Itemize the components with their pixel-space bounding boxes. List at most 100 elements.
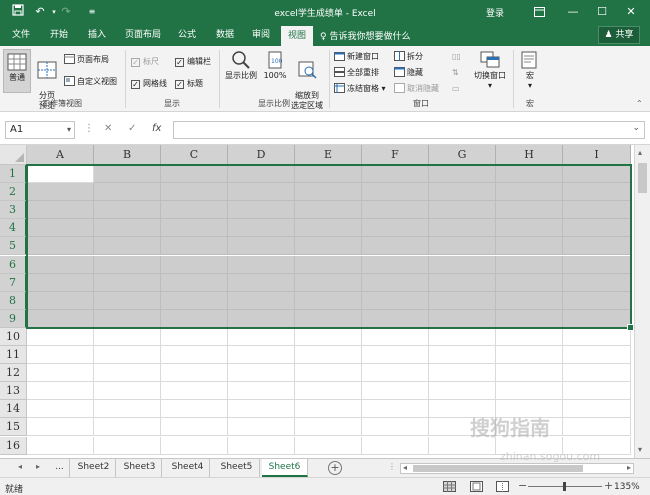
tab-data[interactable]: 数据 bbox=[210, 24, 240, 46]
scroll-right-icon[interactable]: ▸ bbox=[627, 463, 631, 472]
cell-e8[interactable] bbox=[295, 291, 362, 310]
cell-i13[interactable] bbox=[563, 382, 631, 401]
cell-g9[interactable] bbox=[429, 309, 496, 328]
cell-c5[interactable] bbox=[161, 237, 228, 256]
tab-file[interactable]: 文件 bbox=[6, 24, 36, 46]
cell-e7[interactable] bbox=[295, 273, 362, 292]
row-header-14[interactable]: 14 bbox=[0, 400, 27, 419]
horizontal-scroll-thumb[interactable] bbox=[413, 465, 583, 472]
ribbon-display-options-icon[interactable] bbox=[528, 3, 550, 21]
row-header-16[interactable]: 16 bbox=[0, 436, 27, 455]
cell-b14[interactable] bbox=[94, 400, 161, 419]
cell-e3[interactable] bbox=[295, 201, 362, 220]
cell-d11[interactable] bbox=[228, 346, 295, 365]
cell-i5[interactable] bbox=[563, 237, 631, 256]
cell-i4[interactable] bbox=[563, 219, 631, 238]
column-header-b[interactable]: B bbox=[94, 145, 161, 165]
cancel-icon[interactable]: ✕ bbox=[104, 123, 112, 134]
cell-i7[interactable] bbox=[563, 273, 631, 292]
row-header-6[interactable]: 6 bbox=[0, 255, 27, 274]
cell-c11[interactable] bbox=[161, 346, 228, 365]
cell-h6[interactable] bbox=[496, 255, 563, 274]
add-sheet-button[interactable]: + bbox=[328, 461, 342, 475]
share-button[interactable]: ♟ 共享 bbox=[598, 26, 640, 44]
cell-f13[interactable] bbox=[362, 382, 429, 401]
drag-handle-icon[interactable]: ⋮ bbox=[84, 123, 94, 134]
tab-split-handle-icon[interactable]: ⋮ bbox=[388, 462, 396, 471]
tab-formulas[interactable]: 公式 bbox=[172, 24, 202, 46]
cell-a7[interactable] bbox=[27, 273, 94, 292]
normal-view-status-icon[interactable] bbox=[443, 481, 456, 492]
row-header-8[interactable]: 8 bbox=[0, 291, 27, 310]
cell-i12[interactable] bbox=[563, 364, 631, 383]
cell-b9[interactable] bbox=[94, 309, 161, 328]
minimize-icon[interactable]: — bbox=[562, 3, 584, 21]
cell-a2[interactable] bbox=[27, 183, 94, 202]
column-header-h[interactable]: H bbox=[496, 145, 563, 165]
cell-d6[interactable] bbox=[228, 255, 295, 274]
prev-sheet-icon[interactable]: ◂ bbox=[18, 462, 22, 471]
cell-b2[interactable] bbox=[94, 183, 161, 202]
cell-a9[interactable] bbox=[27, 309, 94, 328]
cell-b3[interactable] bbox=[94, 201, 161, 220]
cell-f4[interactable] bbox=[362, 219, 429, 238]
cell-c3[interactable] bbox=[161, 201, 228, 220]
cell-d12[interactable] bbox=[228, 364, 295, 383]
cell-e11[interactable] bbox=[295, 346, 362, 365]
row-header-1[interactable]: 1 bbox=[0, 165, 27, 184]
cell-d4[interactable] bbox=[228, 219, 295, 238]
login-link[interactable]: 登录 bbox=[486, 6, 504, 19]
cell-c6[interactable] bbox=[161, 255, 228, 274]
cell-h11[interactable] bbox=[496, 346, 563, 365]
cell-a10[interactable] bbox=[27, 327, 94, 346]
cell-e4[interactable] bbox=[295, 219, 362, 238]
cell-h7[interactable] bbox=[496, 273, 563, 292]
cell-e14[interactable] bbox=[295, 400, 362, 419]
cell-c14[interactable] bbox=[161, 400, 228, 419]
view-side-by-side-icon[interactable]: ▯▯ bbox=[452, 51, 461, 63]
cell-g2[interactable] bbox=[429, 183, 496, 202]
headings-checkbox[interactable]: ✓ 标题 bbox=[175, 78, 203, 90]
cell-f12[interactable] bbox=[362, 364, 429, 383]
tab-insert[interactable]: 插入 bbox=[82, 24, 112, 46]
cell-i1[interactable] bbox=[563, 165, 631, 184]
split-button[interactable]: 拆分 bbox=[394, 51, 423, 63]
cell-b6[interactable] bbox=[94, 255, 161, 274]
cell-i14[interactable] bbox=[563, 400, 631, 419]
sheet-tab-sheet3[interactable]: Sheet3 bbox=[118, 459, 162, 477]
cell-b4[interactable] bbox=[94, 219, 161, 238]
vertical-scrollbar[interactable]: ▴ ▾ bbox=[634, 145, 650, 458]
unhide-button[interactable]: 取消隐藏 bbox=[394, 83, 439, 95]
cell-g1[interactable] bbox=[429, 165, 496, 184]
cell-a13[interactable] bbox=[27, 382, 94, 401]
scroll-up-icon[interactable]: ▴ bbox=[638, 148, 642, 157]
scroll-left-icon[interactable]: ◂ bbox=[403, 463, 407, 472]
cell-f14[interactable] bbox=[362, 400, 429, 419]
row-header-11[interactable]: 11 bbox=[0, 346, 27, 365]
cell-c1[interactable] bbox=[161, 165, 228, 184]
cell-b5[interactable] bbox=[94, 237, 161, 256]
cell-f7[interactable] bbox=[362, 273, 429, 292]
cell-d10[interactable] bbox=[228, 327, 295, 346]
cell-c15[interactable] bbox=[161, 418, 228, 437]
cell-a12[interactable] bbox=[27, 364, 94, 383]
cell-c16[interactable] bbox=[161, 436, 228, 455]
cell-a8[interactable] bbox=[27, 291, 94, 310]
formula-input[interactable]: ⌄ bbox=[173, 121, 645, 139]
collapse-ribbon-icon[interactable]: ⌃ bbox=[636, 98, 643, 110]
column-header-d[interactable]: D bbox=[228, 145, 295, 165]
cell-b1[interactable] bbox=[94, 165, 161, 184]
sheet-tab-sheet5[interactable]: Sheet5 bbox=[214, 459, 260, 477]
row-header-10[interactable]: 10 bbox=[0, 327, 27, 346]
cell-d9[interactable] bbox=[228, 309, 295, 328]
tab-page-layout[interactable]: 页面布局 bbox=[120, 24, 166, 46]
cell-d3[interactable] bbox=[228, 201, 295, 220]
select-all-corner[interactable] bbox=[0, 145, 27, 165]
row-header-9[interactable]: 9 bbox=[0, 309, 27, 328]
sheet-tab-sheet2[interactable]: Sheet2 bbox=[72, 459, 116, 477]
cell-b16[interactable] bbox=[94, 436, 161, 455]
arrange-all-button[interactable]: 全部重排 bbox=[334, 67, 379, 79]
column-header-a[interactable]: A bbox=[27, 145, 94, 165]
normal-view-button[interactable]: 普通 bbox=[3, 49, 31, 93]
cell-f3[interactable] bbox=[362, 201, 429, 220]
